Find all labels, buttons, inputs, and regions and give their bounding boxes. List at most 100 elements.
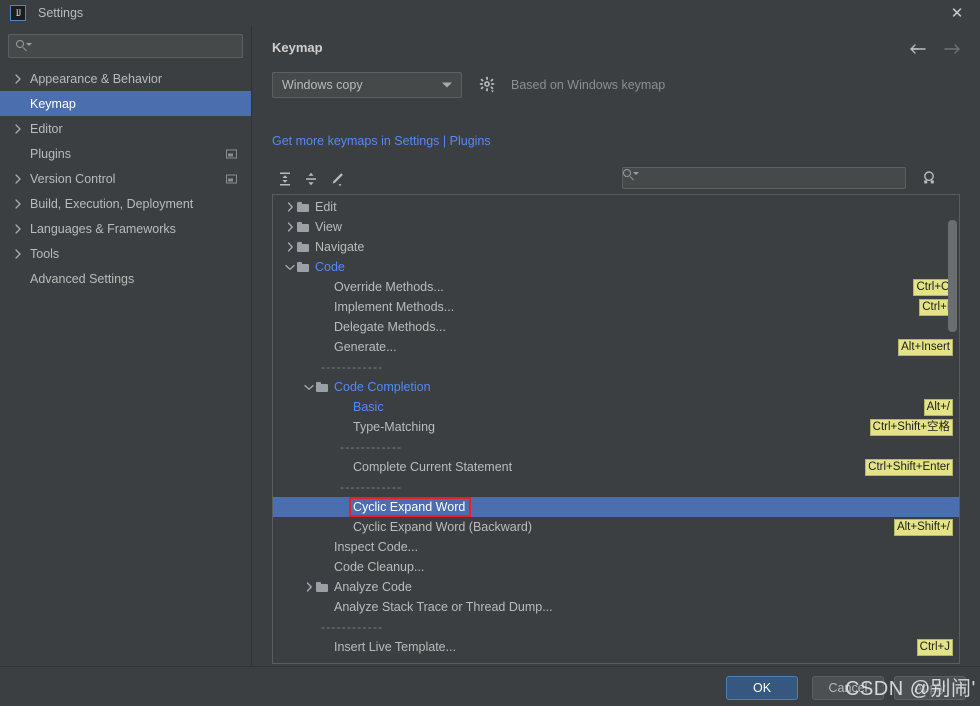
keymap-search-box[interactable] <box>622 167 906 189</box>
keymap-search-input[interactable] <box>632 171 905 185</box>
tree-indent-spacer <box>302 597 316 617</box>
folder-icon <box>297 241 310 253</box>
tree-icon-spacer <box>316 322 329 333</box>
sidebar-item-list: Appearance & Behavior Keymap Editor Plugins… <box>0 66 251 291</box>
tree-row[interactable]: Type-Matching Ctrl+Shift+空格 <box>273 417 959 437</box>
keymap-dropdown[interactable]: Windows copy <box>272 72 462 98</box>
tree-row[interactable]: Cyclic Expand Word <box>273 497 959 517</box>
get-more-keymaps-link[interactable]: Get more keymaps in Settings | Plugins <box>272 134 491 148</box>
tree-row-label: Insert Live Template... <box>334 640 457 654</box>
tree-indent-spacer <box>321 457 335 477</box>
folder-icon <box>297 261 310 273</box>
intellij-logo-text: IJ <box>15 7 21 18</box>
tree-row-label: Code <box>315 260 345 274</box>
folder-icon <box>316 381 329 393</box>
window-title: Settings <box>38 6 84 20</box>
chevron-right-icon <box>14 123 28 134</box>
chevron-down-icon[interactable] <box>302 377 316 397</box>
chevron-down-icon[interactable] <box>283 257 297 277</box>
tree-separator: ------------ <box>273 617 959 637</box>
tree-row[interactable]: Code Completion <box>273 377 959 397</box>
search-icon <box>16 39 32 53</box>
tree-row[interactable]: Code <box>273 257 959 277</box>
tree-row[interactable]: Navigate <box>273 237 959 257</box>
sidebar-item-keymap[interactable]: Keymap <box>0 91 251 116</box>
arrow-right-icon[interactable] <box>942 39 962 59</box>
sidebar-item-languages-frameworks[interactable]: Languages & Frameworks <box>0 216 251 241</box>
keymap-panel: Keymap Windows copy Based on Windows key… <box>253 26 980 666</box>
tree-row[interactable]: Cyclic Expand Word (Backward) Alt+Shift+/ <box>273 517 959 537</box>
tree-row[interactable]: Analyze Code <box>273 577 959 597</box>
arrow-left-icon[interactable] <box>908 39 928 59</box>
settings-sidebar: Appearance & Behavior Keymap Editor Plugins… <box>0 26 252 706</box>
settings-search-input[interactable] <box>34 39 242 53</box>
tree-row[interactable]: Analyze Stack Trace or Thread Dump... <box>273 597 959 617</box>
tree-row[interactable]: Implement Methods... Ctrl+I <box>273 297 959 317</box>
sidebar-item-label: Keymap <box>30 96 76 111</box>
tree-icon-spacer <box>335 402 348 413</box>
tree-scrollbar[interactable] <box>948 198 957 662</box>
sidebar-item-advanced-settings[interactable]: Advanced Settings <box>0 266 251 291</box>
tree-row[interactable]: Basic Alt+/ <box>273 397 959 417</box>
chevron-right-icon[interactable] <box>283 197 297 217</box>
keymap-dropdown-value: Windows copy <box>282 78 363 92</box>
separator-dashes: ------------ <box>321 620 384 634</box>
sidebar-search-box[interactable] <box>8 34 243 58</box>
tree-row-label: Code Cleanup... <box>334 560 425 574</box>
tree-icon-spacer <box>335 422 348 433</box>
tree-row-label: Analyze Code <box>334 580 412 594</box>
tree-row[interactable]: View <box>273 217 959 237</box>
tree-icon-spacer <box>335 502 348 513</box>
chevron-right-icon[interactable] <box>302 577 316 597</box>
tree-row[interactable]: Override Methods... Ctrl+O <box>273 277 959 297</box>
tree-row[interactable]: Inspect Code... <box>273 537 959 557</box>
sidebar-item-label: Advanced Settings <box>30 271 135 286</box>
keymap-tree[interactable]: Edit View Navigate Code Override Methods... C… <box>272 194 960 664</box>
sidebar-item-tools[interactable]: Tools <box>0 241 251 266</box>
tree-row[interactable]: Delegate Methods... <box>273 317 959 337</box>
sidebar-item-plugins[interactable]: Plugins <box>0 141 251 166</box>
sidebar-item-version-control[interactable]: Version Control <box>0 166 251 191</box>
ok-button[interactable]: OK <box>726 676 798 700</box>
tree-scrollbar-thumb[interactable] <box>948 220 957 332</box>
based-on-label: Based on Windows keymap <box>511 78 666 92</box>
tree-row-label: Cyclic Expand Word <box>353 500 466 514</box>
tree-indent-spacer <box>302 297 316 317</box>
find-by-keystroke-icon[interactable] <box>917 166 941 190</box>
chevron-right-icon <box>14 173 28 184</box>
gear-icon[interactable] <box>479 76 497 94</box>
tree-row[interactable]: Generate... Alt+Insert <box>273 337 959 357</box>
expand-all-icon[interactable] <box>272 167 298 191</box>
chevron-right-icon[interactable] <box>283 217 297 237</box>
sidebar-item-label: Plugins <box>30 146 71 161</box>
tree-row[interactable]: Code Cleanup... <box>273 557 959 577</box>
keymap-toolbar <box>272 164 960 194</box>
chevron-right-icon[interactable] <box>283 237 297 257</box>
shortcut-badge: Ctrl+Shift+空格 <box>869 419 953 436</box>
sidebar-item-appearance-behavior[interactable]: Appearance & Behavior <box>0 66 251 91</box>
separator-dashes: ------------ <box>340 440 403 454</box>
tree-icon-spacer <box>335 462 348 473</box>
close-icon[interactable]: ✕ <box>934 0 980 26</box>
tree-row[interactable]: Insert Live Template... Ctrl+J <box>273 637 959 657</box>
shortcut-badge: Alt+Insert <box>898 339 953 356</box>
shortcut-badge: Alt+Shift+/ <box>893 519 953 536</box>
tree-indent-spacer <box>302 277 316 297</box>
sidebar-item-build-execution-deployment[interactable]: Build, Execution, Deployment <box>0 191 251 216</box>
tree-row[interactable]: Complete Current Statement Ctrl+Shift+Ent… <box>273 457 959 477</box>
apply-button[interactable]: Apply <box>894 676 966 700</box>
tree-row-label: Type-Matching <box>353 420 435 434</box>
tree-indent-spacer <box>302 557 316 577</box>
collapse-all-icon[interactable] <box>298 167 324 191</box>
tree-row[interactable]: Edit <box>273 197 959 217</box>
tree-row-label: Edit <box>315 200 337 214</box>
separator-dashes: ------------ <box>340 480 403 494</box>
edit-pencil-icon[interactable] <box>324 167 350 191</box>
sidebar-item-editor[interactable]: Editor <box>0 116 251 141</box>
dialog-footer: OK Cancel Apply <box>0 666 980 706</box>
keymap-tree-rows: Edit View Navigate Code Override Methods... C… <box>273 195 959 657</box>
sidebar-item-label: Languages & Frameworks <box>30 221 176 236</box>
cancel-button[interactable]: Cancel <box>812 676 884 700</box>
tree-indent-spacer <box>302 337 316 357</box>
tree-icon-spacer <box>335 522 348 533</box>
